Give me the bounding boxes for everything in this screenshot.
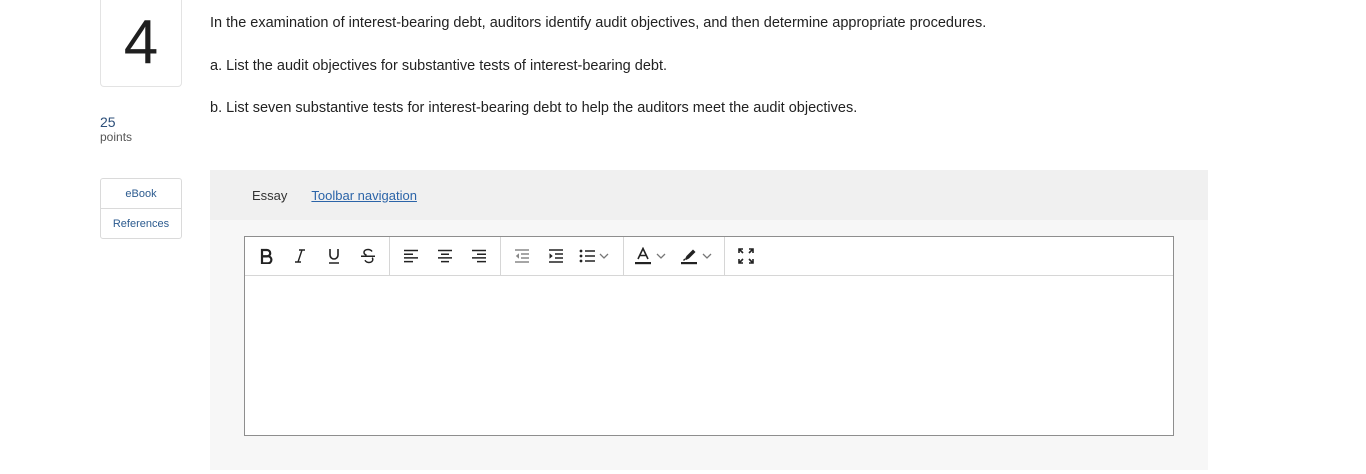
- italic-button[interactable]: [283, 241, 317, 271]
- alignment-group: [390, 237, 501, 275]
- essay-panel: Essay Toolbar navigation: [210, 170, 1208, 470]
- view-group: [725, 237, 767, 275]
- align-center-icon: [438, 249, 452, 263]
- highlight-button[interactable]: [674, 241, 720, 271]
- outdent-icon: [515, 249, 529, 263]
- font-color-icon: [635, 247, 651, 265]
- text-style-group: [245, 237, 390, 275]
- align-right-button[interactable]: [462, 241, 496, 271]
- bold-button[interactable]: [249, 241, 283, 271]
- bulleted-list-icon: [579, 249, 595, 263]
- essay-label: Essay: [252, 187, 288, 203]
- strikethrough-button[interactable]: [351, 241, 385, 271]
- bold-icon: [260, 248, 273, 264]
- color-group: [624, 237, 725, 275]
- indent-icon: [549, 249, 563, 263]
- indent-button[interactable]: [539, 241, 573, 271]
- font-color-button[interactable]: [628, 241, 674, 271]
- strikethrough-icon: [361, 248, 375, 264]
- toolbar-navigation-link[interactable]: Toolbar navigation: [311, 188, 417, 203]
- question-number-box: 4: [100, 0, 182, 87]
- align-right-icon: [472, 249, 486, 263]
- bulleted-list-button[interactable]: [573, 241, 619, 271]
- points-block: 25 points: [100, 114, 132, 144]
- question-number: 4: [123, 8, 159, 77]
- highlight-icon: [681, 249, 697, 265]
- points-value: 25: [100, 114, 116, 130]
- ebook-link[interactable]: eBook: [101, 179, 181, 208]
- editor-toolbar: [245, 237, 1173, 276]
- fullscreen-button[interactable]: [729, 241, 763, 271]
- align-center-button[interactable]: [428, 241, 462, 271]
- align-left-button[interactable]: [394, 241, 428, 271]
- resource-links: eBook References: [100, 178, 182, 239]
- essay-text-area[interactable]: [245, 276, 1173, 435]
- italic-icon: [295, 249, 305, 263]
- fullscreen-icon: [738, 248, 754, 264]
- chevron-down-icon: [599, 253, 609, 259]
- essay-header: Essay Toolbar navigation: [210, 170, 1208, 220]
- essay-editor: [244, 236, 1174, 436]
- question-part-a: a. List the audit objectives for substan…: [210, 58, 668, 74]
- question-part-b: b. List seven substantive tests for inte…: [210, 100, 858, 116]
- question-text: In the examination of interest-bearing d…: [210, 14, 1210, 117]
- question-prompt: In the examination of interest-bearing d…: [210, 15, 987, 31]
- align-left-icon: [404, 249, 418, 263]
- references-link[interactable]: References: [101, 208, 181, 238]
- underline-icon: [329, 249, 339, 264]
- points-label: points: [100, 130, 133, 144]
- chevron-down-icon: [656, 253, 666, 259]
- list-group: [501, 237, 624, 275]
- outdent-button[interactable]: [505, 241, 539, 271]
- chevron-down-icon: [702, 253, 712, 259]
- underline-button[interactable]: [317, 241, 351, 271]
